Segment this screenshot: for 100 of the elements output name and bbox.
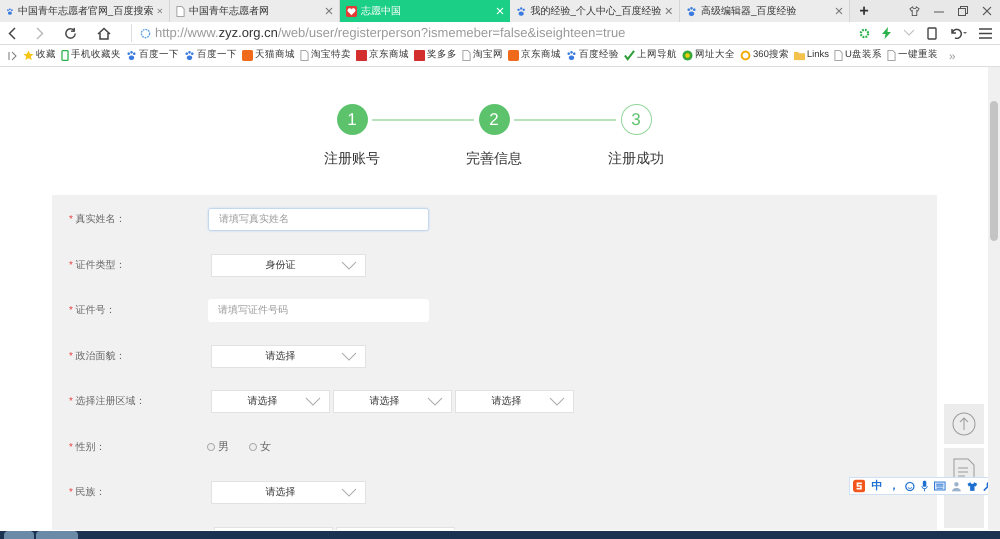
back-icon[interactable] (8, 26, 16, 40)
text-field[interactable]: 请填写真实姓名 (208, 208, 429, 232)
field-label: 性别： (76, 442, 106, 453)
shirt-icon[interactable] (909, 6, 920, 16)
close-icon[interactable] (982, 6, 992, 16)
browser-tab[interactable]: 高级编辑器_百度经验 (680, 0, 850, 22)
gear-icon[interactable] (859, 28, 870, 38)
bookmark-link[interactable]: 手机收藏夹 (61, 48, 121, 63)
bookmark-link[interactable]: 淘宝特卖 (300, 48, 351, 63)
field-label: 选择注册区域： (76, 396, 146, 408)
bookmark-link[interactable]: 百度一下 (126, 48, 179, 63)
required-mark: * (69, 442, 73, 453)
bookmark-link[interactable]: U盘装系 (834, 48, 882, 63)
bookmark-icon (242, 50, 253, 61)
home-icon[interactable] (97, 26, 111, 40)
close-icon[interactable] (835, 7, 843, 15)
step-label: 注册账号 (324, 149, 380, 168)
input-mode-text[interactable]: 中 (871, 478, 882, 494)
field-label: 民族： (76, 487, 106, 498)
select-dropdown[interactable]: 身份证 (211, 254, 366, 277)
punctuation-mode-text[interactable]: ， (888, 478, 900, 494)
bookmark-icon (356, 50, 367, 61)
bookmark-link[interactable]: 360搜索 (740, 48, 789, 63)
radio-option[interactable]: 男 (207, 439, 229, 456)
page-icon (462, 50, 471, 61)
undo-icon[interactable] (949, 27, 967, 39)
radio-button[interactable] (207, 443, 215, 452)
new-tab-button[interactable]: + (850, 0, 878, 22)
required-mark: * (69, 214, 73, 226)
close-icon[interactable] (157, 7, 163, 15)
chevron-down-icon (427, 397, 443, 406)
browser-tab[interactable]: 中国青年志愿者官网_百度搜索 (0, 0, 170, 22)
chevron-down-icon (549, 397, 565, 406)
address-field[interactable]: http://www.zyz.org.cn/web/user/registerperson?ismemeber=false&iseighteen=true (131, 24, 839, 42)
keyboard-icon[interactable] (934, 481, 946, 491)
phone-icon (61, 50, 69, 61)
shirt-icon[interactable] (966, 480, 978, 492)
field-label: 真实姓名： (76, 214, 126, 226)
close-icon[interactable] (325, 7, 333, 15)
browser-tab[interactable]: 中国青年志愿者网 (170, 0, 340, 22)
lightning-icon[interactable] (882, 27, 891, 39)
chevron-down-icon (341, 260, 357, 270)
smiley-icon[interactable] (905, 480, 916, 492)
ring-icon (740, 50, 751, 61)
select-dropdown[interactable]: 请选择 (211, 390, 330, 414)
step-label: 完善信息 (466, 149, 522, 168)
bookmark-icon (508, 50, 519, 61)
chevron-down-icon (305, 397, 321, 406)
select-dropdown[interactable]: 请选择 (455, 390, 574, 414)
radio-option[interactable]: 女 (249, 439, 271, 456)
back-to-top-button[interactable] (944, 404, 984, 444)
globe-icon (682, 50, 693, 61)
chevron-down-icon (341, 352, 357, 361)
sidebar-toggle-icon[interactable] (8, 50, 18, 60)
bookmark-link[interactable]: 京东商城 (356, 48, 409, 63)
folder-icon (794, 50, 805, 61)
select-dropdown[interactable]: 请选择 (211, 481, 366, 504)
bookmark-link[interactable]: 天猫商城 (242, 48, 295, 63)
url-text: http://www.zyz.org.cn/web/user/registerperson?ismemeber=false&iseighteen=true (155, 24, 626, 42)
chevron-down-icon (341, 488, 357, 498)
step-number: 3 (620, 104, 652, 135)
globe-icon (140, 28, 151, 38)
scrollbar[interactable] (988, 67, 1000, 530)
microphone-icon[interactable] (921, 480, 928, 492)
step-number: 2 (478, 104, 510, 135)
bookmark-link[interactable]: 一键重装 (886, 48, 938, 63)
page-icon (834, 50, 844, 61)
text-field[interactable]: 请填写证件号码 (208, 299, 429, 322)
browser-tab[interactable]: 我的经验_个人中心_百度经验 (510, 0, 680, 22)
close-icon[interactable] (665, 7, 673, 15)
taskbar-button[interactable] (4, 531, 34, 539)
bookmark-link[interactable]: Links (794, 48, 830, 63)
bookmark-link[interactable]: 百度一下 (184, 48, 237, 63)
bookmark-link[interactable]: 网址大全 (682, 48, 735, 63)
menu-icon[interactable] (979, 28, 992, 38)
check-icon (624, 50, 635, 61)
required-mark: * (69, 396, 73, 408)
bookmark-link[interactable]: 收藏 (23, 48, 56, 63)
paw-icon (686, 6, 697, 16)
bookmark-link[interactable]: 淘宝网 (462, 48, 503, 63)
bookmark-link[interactable]: 奖多多 (414, 48, 457, 63)
bookmark-link[interactable]: 上网导航 (624, 48, 677, 63)
paw-icon (566, 50, 577, 61)
required-mark: * (69, 350, 73, 362)
bookmark-link[interactable]: 百度经验 (566, 48, 619, 63)
tablet-icon[interactable] (927, 26, 937, 40)
step-number: 1 (336, 104, 368, 135)
field-label: 政治面貌： (76, 350, 126, 362)
bookmark-link[interactable]: 京东商城 (508, 48, 561, 63)
select-dropdown[interactable]: 请选择 (211, 344, 366, 368)
page-icon (886, 50, 896, 61)
restore-icon[interactable] (958, 6, 968, 16)
required-mark: * (69, 487, 73, 498)
radio-button[interactable] (249, 443, 257, 452)
star-icon (23, 50, 34, 61)
paw-icon (126, 50, 137, 61)
select-dropdown[interactable]: 请选择 (333, 390, 452, 414)
paw-icon (516, 6, 526, 16)
reload-icon[interactable] (64, 26, 77, 40)
page-icon (300, 50, 309, 61)
